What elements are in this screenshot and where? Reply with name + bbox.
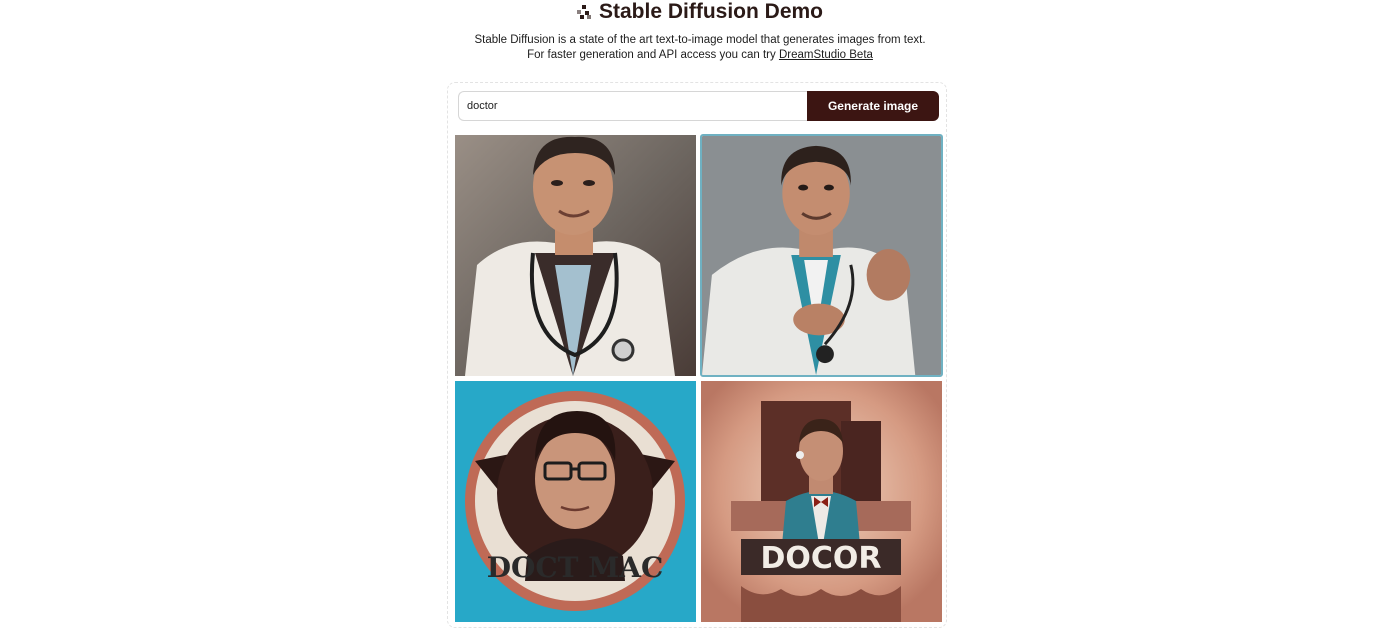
prompt-row: Generate image [458,91,939,121]
page-title: Stable Diffusion Demo [0,0,1400,24]
demo-panel: Generate image [447,82,947,628]
page-title-text: Stable Diffusion Demo [598,0,824,23]
description-line-1: Stable Diffusion is a state of the art t… [474,34,926,46]
generated-image-1[interactable] [455,135,696,376]
svg-text:DOCT MAC: DOCT MAC [487,551,664,584]
generate-image-button[interactable]: Generate image [807,91,939,121]
generated-image-3[interactable]: DOCT MAC [455,381,696,622]
prompt-input[interactable] [458,91,810,121]
svg-text:DOCOR: DOCOR [760,541,881,576]
description: Stable Diffusion is a state of the art t… [0,33,1400,63]
page: Stable Diffusion Demo Stable Diffusion i… [0,0,1400,639]
image-gallery: DOCT MAC DOCOR [454,134,943,623]
generated-image-2[interactable] [700,134,943,377]
generated-image-4[interactable]: DOCOR [701,381,942,622]
dreamstudio-link[interactable]: DreamStudio Beta [779,49,873,61]
logo-icon [576,5,591,19]
description-line-2-text: For faster generation and API access you… [527,49,776,61]
header: Stable Diffusion Demo Stable Diffusion i… [0,0,1400,63]
description-line-2: For faster generation and API access you… [0,48,1400,63]
